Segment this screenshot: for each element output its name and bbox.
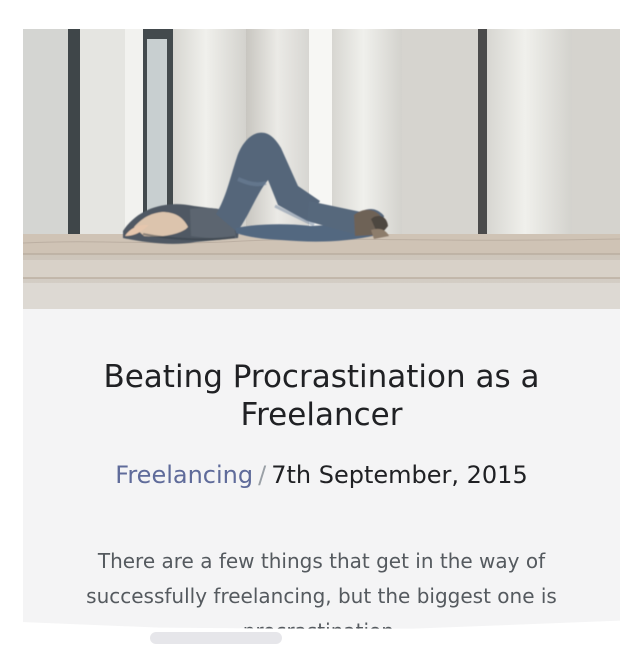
category-link[interactable]: Freelancing (115, 461, 253, 489)
featured-image[interactable] (23, 29, 620, 309)
page: Beating Procrastination as a Freelancer … (0, 0, 636, 651)
meta-separator: / (258, 461, 267, 489)
article-title[interactable]: Beating Procrastination as a Freelancer (63, 358, 580, 434)
publish-date: 7th September, 2015 (271, 461, 528, 489)
article-meta: Freelancing/7th September, 2015 (53, 460, 590, 490)
partial-pill-shape (150, 632, 282, 644)
man-lying-on-steps-photo (23, 29, 620, 309)
article-card[interactable]: Beating Procrastination as a Freelancer … (23, 29, 620, 651)
article-content: Beating Procrastination as a Freelancer … (23, 309, 620, 651)
